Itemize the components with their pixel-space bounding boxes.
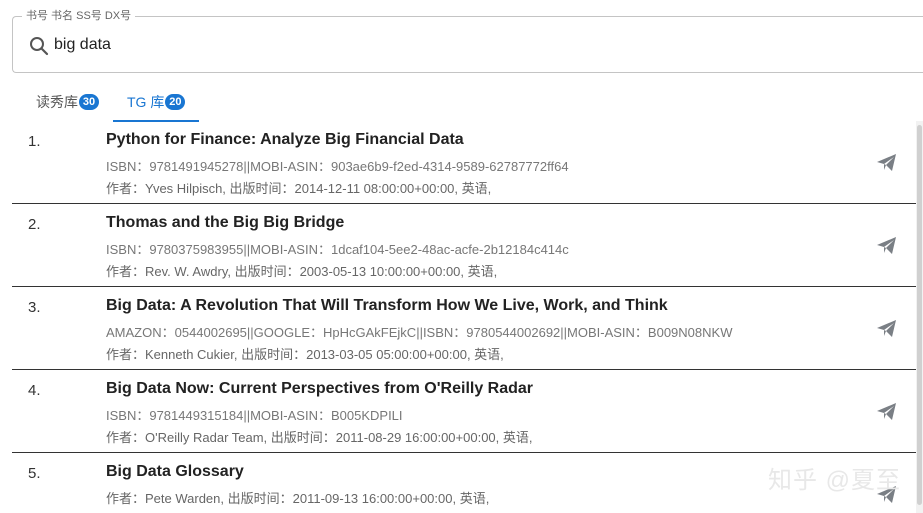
list-item[interactable]: 4. Big Data Now: Current Perspectives fr…: [12, 370, 916, 453]
search-legend: 书号 书名 SS号 DX号: [22, 9, 136, 23]
item-number: 3.: [28, 299, 41, 316]
search-icon: [29, 36, 49, 56]
item-meta: 作者：O'Reilly Radar Team, 出版时间：2011-08-29 …: [106, 430, 533, 445]
list-item[interactable]: 2. Thomas and the Big Big Bridge ISBN：97…: [12, 204, 916, 287]
search-field[interactable]: 书号 书名 SS号 DX号: [12, 9, 923, 73]
tab-label: 读秀库: [36, 94, 78, 110]
send-icon[interactable]: [876, 319, 898, 339]
scrollbar[interactable]: [916, 121, 923, 513]
item-identifiers: ISBN：9781449315184||MOBI-ASIN：B005KDPILI: [106, 408, 403, 423]
item-number: 4.: [28, 382, 41, 399]
watermark: 知乎 @夏至: [767, 467, 901, 494]
item-meta: 作者：Pete Warden, 出版时间：2011-09-13 16:00:00…: [106, 491, 490, 506]
item-meta: 作者：Rev. W. Awdry, 出版时间：2003-05-13 10:00:…: [106, 264, 498, 279]
item-number: 5.: [28, 465, 41, 482]
send-icon[interactable]: [876, 153, 898, 173]
results-list: 1. Python for Finance: Analyze Big Finan…: [12, 121, 916, 513]
list-item[interactable]: 3. Big Data: A Revolution That Will Tran…: [12, 287, 916, 370]
send-icon[interactable]: [876, 236, 898, 256]
tab-bar: 读秀库 30 TG 库 20: [20, 84, 200, 122]
item-title[interactable]: Big Data Glossary: [106, 463, 244, 481]
item-identifiers: ISBN：9781491945278||MOBI-ASIN：903ae6b9-f…: [106, 159, 569, 174]
item-title[interactable]: Big Data: A Revolution That Will Transfo…: [106, 297, 668, 315]
list-item[interactable]: 1. Python for Finance: Analyze Big Finan…: [12, 121, 916, 204]
search-input[interactable]: [54, 33, 854, 57]
count-badge: 20: [165, 94, 186, 110]
item-title[interactable]: Big Data Now: Current Perspectives from …: [106, 380, 533, 398]
item-title[interactable]: Python for Finance: Analyze Big Financia…: [106, 131, 464, 149]
tab-label: TG 库: [127, 94, 165, 110]
item-identifiers: AMAZON：0544002695||GOOGLE：HpHcGAkFEjkC||…: [106, 325, 733, 340]
send-icon[interactable]: [876, 402, 898, 422]
item-meta: 作者：Yves Hilpisch, 出版时间：2014-12-11 08:00:…: [106, 181, 492, 196]
count-badge: 30: [79, 94, 99, 110]
item-number: 1.: [28, 133, 41, 150]
item-identifiers: ISBN：9780375983955||MOBI-ASIN：1dcaf104-5…: [106, 242, 569, 257]
item-meta: 作者：Kenneth Cukier, 出版时间：2013-03-05 05:00…: [106, 347, 504, 362]
scrollbar-thumb[interactable]: [917, 125, 922, 505]
item-title[interactable]: Thomas and the Big Big Bridge: [106, 214, 344, 232]
tab-tg[interactable]: TG 库 20: [111, 84, 200, 122]
item-number: 2.: [28, 216, 41, 233]
page: 书号 书名 SS号 DX号 读秀库 30 TG 库 20 1. Python f…: [0, 0, 923, 513]
tab-duxiu[interactable]: 读秀库 30: [20, 84, 111, 120]
